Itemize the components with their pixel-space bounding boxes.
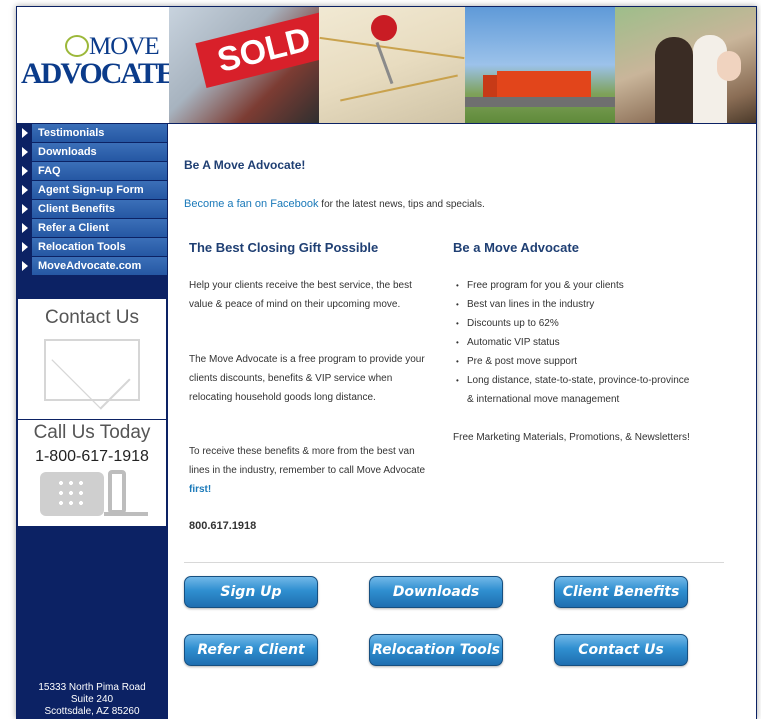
arrow-right-icon (17, 219, 32, 237)
sidebar-item-label: Agent Sign-up Form (38, 184, 144, 196)
main-phone-number: 800.617.1918 (189, 520, 257, 532)
address-block: 15333 North Pima Road Suite 240 Scottsda… (17, 682, 167, 718)
list-item: Long distance, state-to-state, province-… (453, 371, 693, 409)
sidebar-item-agent-signup[interactable]: Agent Sign-up Form (17, 181, 167, 199)
sold-sign-text: SOLD (195, 11, 319, 89)
arrow-right-icon (17, 238, 32, 256)
sidebar-item-faq[interactable]: FAQ (17, 162, 167, 180)
handset-base (104, 512, 148, 516)
refer-client-button[interactable]: Refer a Client (184, 634, 318, 666)
arrow-right-icon (17, 124, 32, 142)
highway (465, 97, 615, 107)
list-item: Best van lines in the industry (453, 295, 693, 314)
move-advocate-logo[interactable]: MOVE ADVOCATE (17, 7, 176, 123)
sidebar-item-label: MoveAdvocate.com (38, 260, 142, 272)
family-man (655, 37, 693, 123)
page-title: Be A Move Advocate! (184, 158, 306, 172)
sidebar-item-label: Refer a Client (38, 222, 109, 234)
program-paragraph: The Move Advocate is a free program to p… (189, 354, 425, 403)
facebook-fan-link[interactable]: Become a fan on Facebook (184, 198, 319, 210)
facebook-line: Become a fan on Facebook for the latest … (184, 198, 485, 210)
sidebar-item-label: Testimonials (38, 127, 105, 139)
page-frame: MOVE ADVOCATE SOLD Testimonials Download… (16, 6, 757, 719)
sidebar-nav: Testimonials Downloads FAQ Agent Sign-up… (17, 124, 167, 276)
sidebar-item-label: Relocation Tools (38, 241, 126, 253)
downloads-button[interactable]: Downloads (369, 576, 503, 608)
envelope-icon (44, 330, 140, 410)
benefits-list: Free program for you & your clients Best… (453, 276, 693, 409)
sidebar-item-relocation-tools[interactable]: Relocation Tools (17, 238, 167, 256)
map-pin-photo (319, 7, 465, 123)
map-road-line (340, 74, 458, 102)
arrow-right-icon (17, 143, 32, 161)
arrow-right-icon (17, 162, 32, 180)
map-pin-icon (371, 15, 397, 41)
sidebar-item-label: Client Benefits (38, 203, 116, 215)
main-content: Be A Move Advocate! Become a fan on Face… (168, 124, 756, 719)
call-first-text: To receive these benefits & more from th… (189, 446, 426, 476)
first-emphasis: first! (189, 484, 212, 495)
logo-line2: ADVOCATE (21, 57, 176, 90)
relocation-tools-button[interactable]: Relocation Tools (369, 634, 503, 666)
sidebar-item-label: Downloads (38, 146, 97, 158)
call-us-box: Call Us Today 1-800-617-1918 (18, 420, 166, 526)
list-item: Discounts up to 62% (453, 314, 693, 333)
header-banner: MOVE ADVOCATE SOLD (17, 7, 756, 123)
list-item: Automatic VIP status (453, 333, 693, 352)
address-line: Suite 240 (70, 694, 114, 705)
truck-trailer (497, 71, 591, 97)
family-baby (717, 51, 741, 81)
sign-up-button[interactable]: Sign Up (184, 576, 318, 608)
client-benefits-button[interactable]: Client Benefits (554, 576, 688, 608)
address-line: 15333 North Pima Road (38, 682, 146, 693)
family-photo (615, 7, 756, 123)
list-item: Pre & post move support (453, 352, 693, 371)
call-us-phone: 1-800-617-1918 (35, 448, 149, 465)
sidebar-item-downloads[interactable]: Downloads (17, 143, 167, 161)
contact-us-box[interactable]: Contact Us (18, 299, 166, 419)
sidebar: Testimonials Downloads FAQ Agent Sign-up… (17, 124, 167, 719)
divider (184, 562, 724, 563)
list-item: Free program for you & your clients (453, 276, 693, 295)
moving-truck-photo (465, 7, 615, 123)
closing-gift-heading: The Best Closing Gift Possible (189, 240, 379, 255)
sidebar-item-refer-client[interactable]: Refer a Client (17, 219, 167, 237)
facebook-line-text: for the latest news, tips and specials. (318, 199, 485, 210)
free-materials-text: Free Marketing Materials, Promotions, & … (453, 432, 690, 443)
arrow-right-icon (17, 200, 32, 218)
telephone-icon (40, 472, 104, 516)
arrow-right-icon (17, 257, 32, 275)
address-line: Scottsdale, AZ 85260 (44, 706, 140, 717)
contact-us-button[interactable]: Contact Us (554, 634, 688, 666)
call-first-paragraph: To receive these benefits & more from th… (189, 442, 429, 499)
sidebar-item-moveadvocate-com[interactable]: MoveAdvocate.com (17, 257, 167, 275)
intro-paragraph: Help your clients receive the best servi… (189, 280, 412, 310)
logo-ring-icon (65, 35, 89, 57)
map-road-line (319, 36, 465, 60)
contact-us-title: Contact Us (45, 307, 139, 328)
sidebar-item-testimonials[interactable]: Testimonials (17, 124, 167, 142)
handset-icon (108, 470, 126, 514)
sidebar-item-client-benefits[interactable]: Client Benefits (17, 200, 167, 218)
call-us-title: Call Us Today (33, 422, 151, 443)
arrow-right-icon (17, 181, 32, 199)
sold-sign-photo: SOLD (169, 7, 319, 123)
sidebar-item-label: FAQ (38, 165, 61, 177)
be-advocate-heading: Be a Move Advocate (453, 240, 579, 255)
